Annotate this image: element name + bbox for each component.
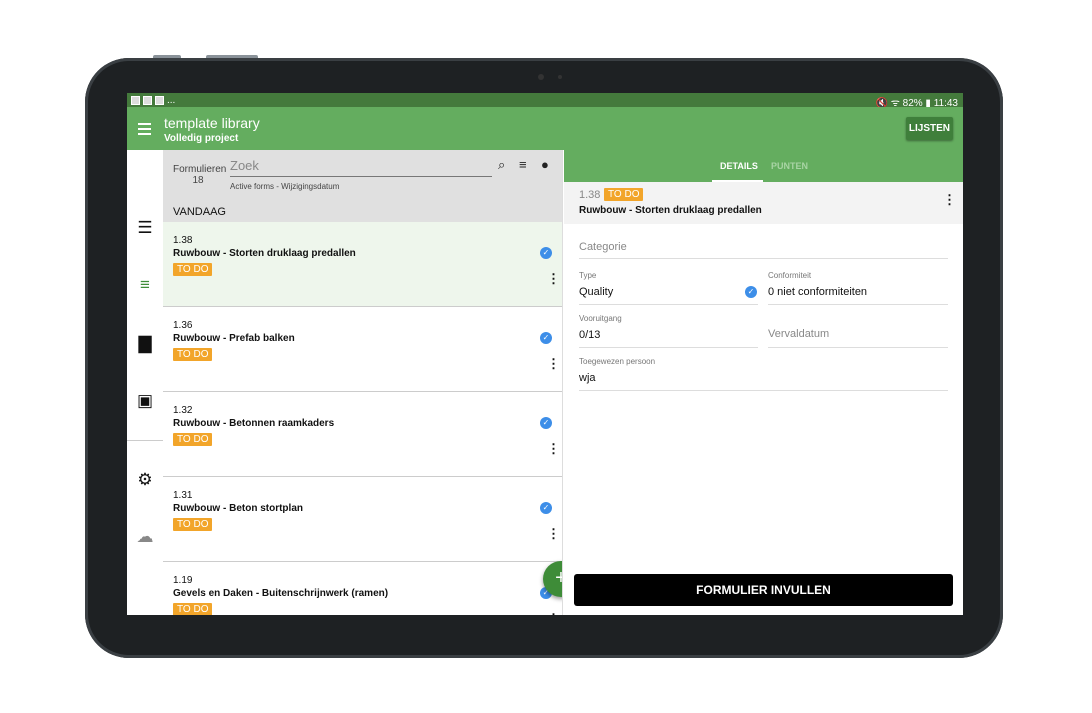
- more-options-icon[interactable]: ⋮: [943, 193, 956, 206]
- app-notification-icon: [155, 96, 164, 105]
- item-number: 1.31: [173, 490, 193, 501]
- divider: [127, 440, 163, 441]
- tab-punten[interactable]: PUNTEN: [771, 161, 808, 171]
- categorie-field[interactable]: Categorie: [579, 230, 948, 259]
- tab-details[interactable]: DETAILS: [720, 161, 758, 171]
- nav-rail: ☰ ≡ ▇ ▣ ⚙ ☁: [127, 150, 163, 615]
- item-number: 1.19: [173, 575, 193, 586]
- list-item[interactable]: 1.31 Ruwbouw - Beton stortplan TO DO ✓ ⋮: [163, 477, 562, 562]
- settings-icon[interactable]: ⚙: [136, 471, 154, 489]
- persoon-label: Toegewezen persoon: [579, 357, 656, 366]
- more-options-icon[interactable]: ⋮: [547, 442, 560, 455]
- menu-icon[interactable]: [138, 123, 151, 138]
- section-header: VANDAAG: [173, 206, 226, 218]
- categorie-placeholder: Categorie: [579, 241, 627, 253]
- status-badge: TO DO: [173, 433, 213, 446]
- vervaldatum-field[interactable]: Vervaldatum: [768, 314, 948, 348]
- conformiteit-value: 0 niet conformiteiten: [768, 286, 868, 298]
- lijsten-button[interactable]: LIJSTEN: [905, 117, 953, 140]
- type-value: Quality: [579, 286, 614, 298]
- persoon-field[interactable]: Toegewezen persoon wja: [579, 357, 948, 391]
- status-badge: TO DO: [173, 348, 213, 361]
- app-title: template library: [164, 115, 260, 131]
- list-item[interactable]: 1.36 Ruwbouw - Prefab balken TO DO ✓ ⋮: [163, 307, 562, 392]
- screen: ... 🔇 ᯤ 82% ▮ 11:43 template library Vol…: [127, 93, 963, 615]
- verified-icon: ✓: [745, 286, 757, 298]
- list-item[interactable]: 1.32 Ruwbouw - Betonnen raamkaders TO DO…: [163, 392, 562, 477]
- checklist-icon[interactable]: ≡: [136, 276, 154, 294]
- type-field[interactable]: Type Quality ✓: [579, 271, 758, 305]
- more-options-icon[interactable]: ⋮: [547, 527, 560, 540]
- tab-bar: DETAILS PUNTEN: [564, 150, 963, 182]
- verified-icon: ✓: [540, 332, 552, 344]
- contacts-icon[interactable]: ▣: [136, 392, 154, 410]
- more-options-icon[interactable]: ⋮: [547, 272, 560, 285]
- status-badge: TO DO: [604, 188, 644, 201]
- item-title: Ruwbouw - Betonnen raamkaders: [173, 418, 335, 429]
- conformiteit-field[interactable]: Conformiteit 0 niet conformiteiten: [768, 271, 948, 305]
- item-title: Ruwbouw - Storten druklaag predallen: [173, 248, 356, 259]
- item-title: Gevels en Daken - Buitenschrijnwerk (ram…: [173, 588, 389, 599]
- status-bar: ... 🔇 ᯤ 82% ▮ 11:43: [127, 93, 963, 109]
- forms-count: Formulieren 18: [173, 164, 227, 186]
- status-badge: TO DO: [173, 263, 213, 276]
- form-number: 1.38: [579, 189, 601, 201]
- more-options-icon[interactable]: ⋮: [547, 357, 560, 370]
- list-item[interactable]: 1.19 Gevels en Daken - Buitenschrijnwerk…: [163, 562, 562, 615]
- vooruitgang-value: 0/13: [579, 329, 601, 341]
- filter-icon[interactable]: ≡: [519, 157, 527, 172]
- list-item[interactable]: 1.38 Ruwbouw - Storten druklaag predalle…: [163, 222, 562, 307]
- cloud-icon[interactable]: ☁: [136, 528, 154, 546]
- app-bar: template library Volledig project LIJSTE…: [127, 107, 963, 150]
- forms-list-pane: Formulieren 18 Zoek Active forms - Wijzig…: [163, 150, 563, 615]
- conformiteit-label: Conformiteit: [768, 271, 812, 280]
- vervaldatum-placeholder: Vervaldatum: [768, 328, 830, 340]
- item-number: 1.36: [173, 320, 193, 331]
- verified-icon: ✓: [540, 417, 552, 429]
- item-title: Ruwbouw - Prefab balken: [173, 333, 295, 344]
- group-icon[interactable]: ●: [541, 157, 549, 172]
- app-notification-icon: [143, 96, 152, 105]
- sensor: [558, 75, 562, 79]
- detail-pane: DETAILS PUNTEN 1.38 TO DO Ruwbouw - Stor…: [564, 150, 963, 615]
- item-title: Ruwbouw - Beton stortplan: [173, 503, 303, 514]
- item-number: 1.32: [173, 405, 193, 416]
- list-icon[interactable]: ☰: [136, 219, 154, 237]
- document-icon[interactable]: ▇: [136, 335, 154, 353]
- status-badge: TO DO: [173, 518, 213, 531]
- app-notification-icon: [131, 96, 140, 105]
- persoon-value: wja: [579, 372, 596, 384]
- camera: [538, 74, 544, 80]
- status-badge: TO DO: [173, 603, 213, 615]
- verified-icon: ✓: [540, 247, 552, 259]
- form-title: Ruwbouw - Storten druklaag predallen: [579, 205, 762, 216]
- vooruitgang-field[interactable]: Vooruitgang 0/13: [579, 314, 758, 348]
- filter-summary: Active forms - Wijzigingsdatum: [230, 182, 340, 191]
- item-number: 1.38: [173, 235, 193, 246]
- vooruitgang-label: Vooruitgang: [579, 314, 622, 323]
- search-input[interactable]: Zoek: [230, 158, 492, 177]
- more-notifications: ...: [167, 95, 176, 106]
- list-header: Formulieren 18 Zoek Active forms - Wijzig…: [163, 150, 562, 222]
- forms-count-value: 18: [192, 175, 204, 186]
- formulier-invullen-button[interactable]: FORMULIER INVULLEN: [574, 574, 953, 606]
- type-label: Type: [579, 271, 597, 280]
- app-subtitle: Volledig project: [164, 133, 239, 144]
- verified-icon: ✓: [540, 502, 552, 514]
- search-icon[interactable]: ⌕: [498, 157, 505, 173]
- forms-label: Formulieren: [173, 164, 227, 175]
- detail-header: 1.38 TO DO Ruwbouw - Storten druklaag pr…: [564, 182, 963, 224]
